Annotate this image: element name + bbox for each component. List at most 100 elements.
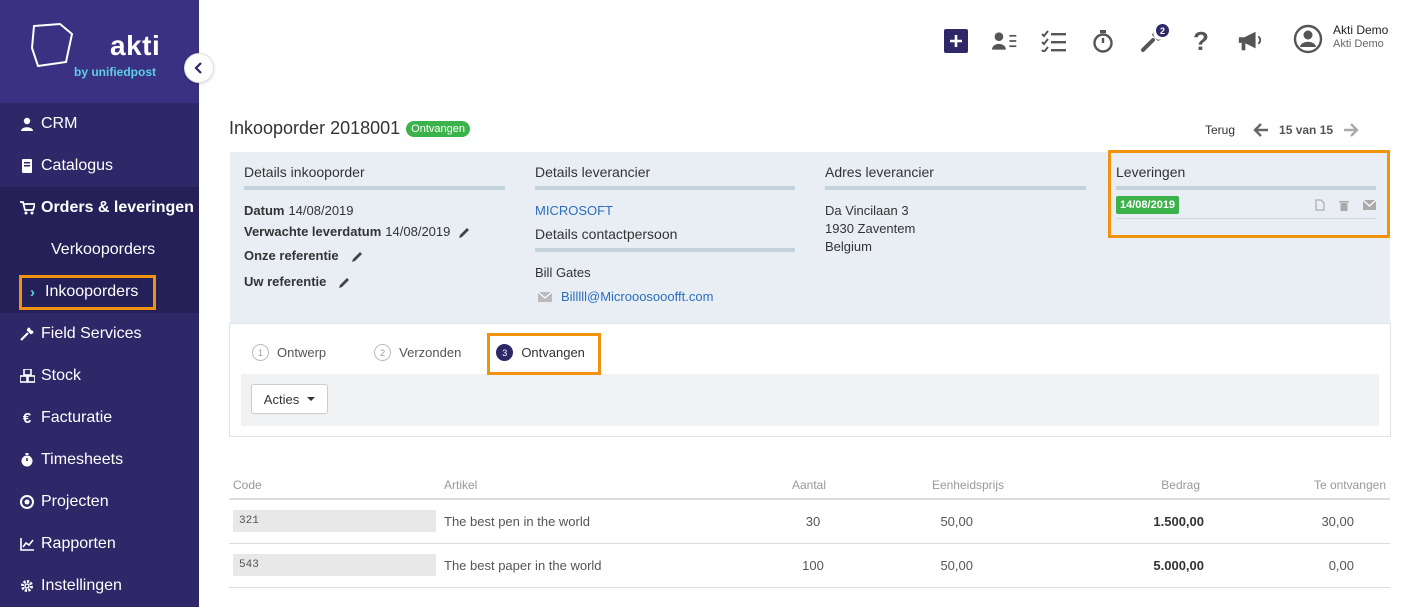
add-button[interactable]	[943, 28, 969, 54]
contacts-list-icon	[992, 32, 1017, 50]
sidebar-item-label: Inkooporders	[45, 283, 139, 300]
sidebar-item-label: CRM	[41, 115, 78, 132]
current-item-highlight: › Inkooporders	[19, 274, 156, 310]
gear-icon	[19, 578, 35, 594]
sidebar-item-label: Catalogus	[41, 157, 114, 174]
user-company: Akti Demo	[1333, 38, 1384, 50]
edit-onze-ref-icon[interactable]	[351, 250, 364, 263]
bedrag-cell: 1.500,00	[1008, 499, 1204, 544]
acties-label: Acties	[263, 391, 300, 407]
contacts-button[interactable]	[992, 28, 1018, 54]
cubes-icon	[19, 368, 35, 384]
acties-dropdown-button[interactable]: Acties	[251, 384, 328, 414]
brand-name: akti	[110, 30, 161, 61]
announcements-button[interactable]	[1237, 28, 1263, 54]
onze-ref-row: Onze referentie	[244, 247, 505, 265]
table-row: 543 The best paper in the world 100 50,0…	[229, 543, 1390, 588]
edit-leverdatum-icon[interactable]	[458, 226, 471, 239]
back-link[interactable]: Terug	[1205, 123, 1235, 137]
sidebar-item-label: Field Services	[41, 325, 142, 342]
user-menu[interactable]: Akti Demo Akti Demo	[1293, 22, 1388, 54]
contact-name: Bill Gates	[535, 265, 591, 280]
sidebar-item-timesheets[interactable]: Timesheets	[0, 439, 199, 481]
sidebar-item-label: Facturatie	[41, 409, 113, 426]
arrow-right-icon[interactable]	[1343, 123, 1359, 137]
timer-button[interactable]	[1090, 28, 1116, 54]
sidebar-item-orders[interactable]: Orders & leveringen	[0, 187, 199, 229]
step-ontwerp[interactable]: 1 Ontwerp	[252, 344, 326, 361]
step-label: Verzonden	[399, 345, 462, 360]
col-te-ontvangen: Te ontvangen	[1204, 472, 1390, 500]
address-title: Adres leverancier	[825, 164, 1086, 190]
sidebar-item-catalogus[interactable]: Catalogus	[0, 145, 199, 187]
chevron-right-icon: ›	[30, 283, 35, 301]
step-verzonden[interactable]: 2 Verzonden	[374, 344, 461, 361]
edit-uw-ref-icon[interactable]	[338, 276, 351, 289]
prijs-cell: 50,00	[830, 499, 1008, 544]
cart-icon	[19, 200, 35, 216]
tasks-button[interactable]	[1041, 28, 1067, 54]
actions-bar: Acties	[241, 374, 1379, 426]
code-field: 543	[233, 554, 436, 576]
te-ontvangen-cell: 0,00	[1204, 543, 1390, 588]
logo-area: akti by unifiedpost	[0, 0, 199, 103]
address-line-2: 1930 Zaventem	[825, 221, 916, 236]
sidebar-item-label: Rapporten	[41, 535, 116, 552]
page-title-text: Inkooporder 2018001	[229, 118, 401, 138]
arrow-left-icon[interactable]	[1253, 123, 1269, 137]
sidebar-collapse-button[interactable]	[184, 53, 214, 83]
sidebar-item-field-services[interactable]: Field Services	[0, 313, 199, 355]
supplier-name-link[interactable]: MICROSOFT	[535, 202, 795, 220]
artikel-cell: The best pen in the world	[440, 499, 760, 544]
sidebar-item-facturatie[interactable]: € Facturatie	[0, 397, 199, 439]
supplier-details: Details leverancier MICROSOFT Details co…	[535, 164, 795, 306]
chevron-left-icon	[194, 62, 202, 74]
code-field: 321	[233, 510, 436, 533]
leverdatum-value: 14/08/2019	[385, 224, 451, 239]
supplier-address: Adres leverancier Da Vincilaan 3 1930 Za…	[825, 164, 1086, 256]
book-icon	[19, 158, 35, 174]
deliveries-highlight	[1108, 150, 1390, 238]
user-name: Akti Demo	[1333, 23, 1389, 37]
pager: Terug 15 van 15	[1205, 123, 1359, 137]
prijs-cell: 50,00	[830, 543, 1008, 588]
col-eenheidsprijs: Eenheidsprijs	[830, 472, 1008, 500]
contact-email-link[interactable]: Billlll@Microoosooofft.com	[561, 288, 713, 306]
question-icon: ?	[1193, 25, 1209, 56]
checklist-icon	[1041, 30, 1066, 52]
uw-ref-row: Uw referentie	[244, 273, 505, 291]
sidebar-item-label: Timesheets	[41, 451, 124, 468]
akti-logo-icon	[30, 22, 74, 68]
col-code: Code	[229, 472, 440, 500]
interventions-button[interactable]: 2	[1139, 24, 1169, 54]
status-badge: Ontvangen	[406, 120, 470, 137]
address-line-1: Da Vincilaan 3	[825, 203, 909, 218]
plus-icon	[944, 29, 968, 53]
sidebar-item-instellingen[interactable]: Instellingen	[0, 565, 199, 607]
sidebar-item-label: Projecten	[41, 493, 109, 510]
datum-row: Datum 14/08/2019	[244, 203, 354, 218]
sidebar-item-label: Verkooporders	[51, 241, 156, 258]
sidebar-item-inkooporders[interactable]: › Inkooporders	[0, 271, 199, 313]
target-icon	[19, 494, 35, 510]
aantal-cell: 30	[760, 499, 830, 544]
sidebar-item-stock[interactable]: Stock	[0, 355, 199, 397]
sidebar-item-projecten[interactable]: Projecten	[0, 481, 199, 523]
stopwatch-icon	[19, 452, 35, 468]
sidebar-item-rapporten[interactable]: Rapporten	[0, 523, 199, 565]
notification-badge: 2	[1156, 24, 1169, 37]
status-section: 1 Ontwerp 2 Verzonden 3 Ontvangen Acties	[229, 323, 1391, 437]
caret-down-icon	[307, 397, 316, 401]
user-circle-icon	[1293, 24, 1323, 54]
euro-icon: €	[22, 409, 32, 427]
sidebar-item-crm[interactable]: CRM	[0, 103, 199, 145]
sidebar-nav: CRM Catalogus Orders & leveringen Verkoo…	[0, 103, 199, 607]
help-button[interactable]: ?	[1188, 25, 1214, 56]
chart-icon	[19, 536, 35, 552]
leverdatum-row: Verwachte leverdatum 14/08/2019	[244, 223, 505, 241]
order-details: Details inkooporder Datum 14/08/2019 Verw…	[244, 164, 505, 291]
sidebar-item-verkooporders[interactable]: Verkooporders	[0, 229, 199, 271]
datum-value: 14/08/2019	[288, 203, 354, 218]
step-number: 2	[374, 344, 392, 361]
sidebar-item-label: Orders & leveringen	[41, 199, 194, 216]
